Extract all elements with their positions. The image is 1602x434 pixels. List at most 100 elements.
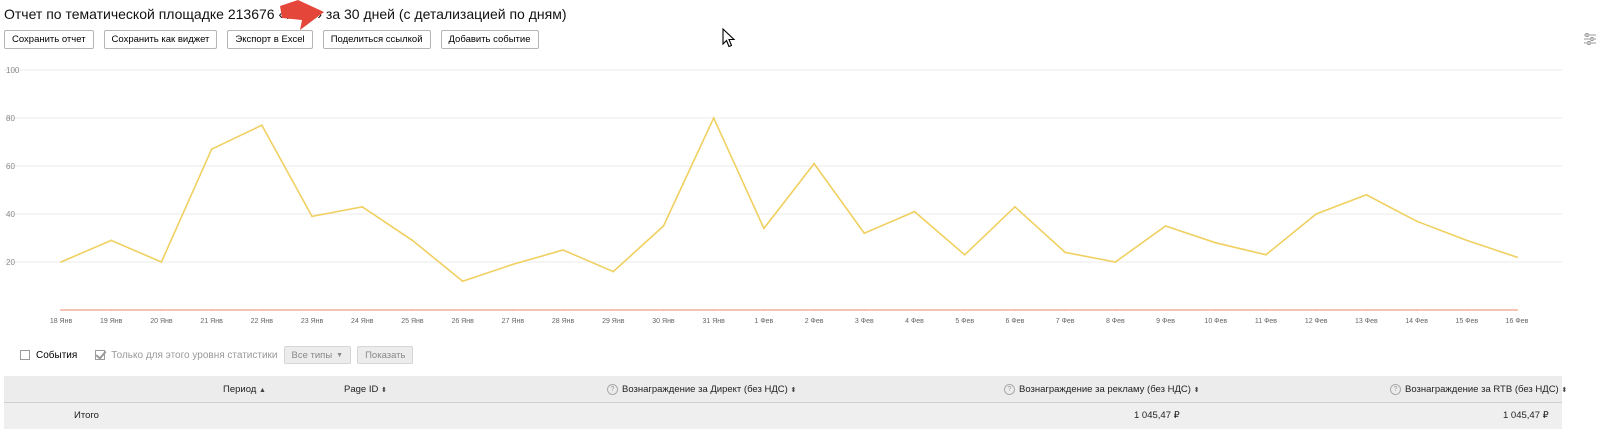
data-point: [1516, 256, 1518, 259]
data-point: [1164, 309, 1167, 311]
show-button[interactable]: Показать: [357, 346, 414, 364]
data-point: [260, 124, 263, 127]
x-tick-label: 1 Фев: [755, 318, 774, 325]
y-tick-label: 100: [6, 66, 20, 75]
export-excel-button[interactable]: Экспорт в Excel: [227, 30, 313, 49]
events-checkbox[interactable]: [20, 350, 30, 360]
data-point: [1365, 193, 1368, 196]
data-point: [1315, 213, 1318, 215]
data-point: [612, 309, 615, 311]
x-tick-label: 2 Фев: [805, 318, 824, 325]
data-point: [1465, 309, 1468, 311]
data-point: [1365, 309, 1368, 311]
series-line: [60, 116, 1518, 283]
x-tick-label: 5 Фев: [955, 318, 974, 325]
data-point: [461, 309, 464, 311]
column-page-id[interactable]: Page ID ⬍: [344, 384, 387, 395]
x-tick-label: 15 Фев: [1455, 318, 1478, 325]
add-event-button[interactable]: Добавить событие: [440, 30, 539, 49]
table-header: Период ▲ Page ID ⬍ ? Вознаграждение за Ди…: [4, 376, 1567, 403]
data-point: [1315, 309, 1318, 311]
data-point: [662, 309, 665, 311]
x-tick-label: 14 Фев: [1405, 318, 1428, 325]
x-tick-label: 29 Янв: [602, 318, 625, 325]
sliders-icon[interactable]: [1583, 32, 1597, 46]
column-page-id-label: Page ID: [344, 384, 379, 395]
sort-icon: ⬍: [1193, 387, 1200, 395]
data-point: [311, 215, 313, 218]
data-point: [110, 309, 113, 311]
chevron-down-icon: ▼: [336, 351, 344, 359]
report-title-start: Отчет по тематической площадке 213676 «: [4, 6, 287, 22]
data-point: [1064, 251, 1067, 254]
x-tick-label: 31 Янв: [703, 318, 726, 325]
column-ads[interactable]: ? Вознаграждение за рекламу (без НДС) ⬍: [1004, 384, 1199, 395]
x-tick-label: 28 Янв: [552, 318, 575, 325]
x-tick-label: 24 Янв: [351, 318, 374, 325]
column-period-label: Период: [223, 384, 257, 395]
x-tick-label: 4 Фев: [905, 318, 924, 325]
x-tick-label: 11 Фев: [1255, 318, 1277, 325]
all-types-label: Все типы: [291, 349, 333, 361]
data-point: [110, 239, 113, 242]
data-point: [963, 309, 966, 311]
y-tick-label: 40: [6, 210, 15, 219]
sort-icon: ⬍: [380, 387, 387, 394]
x-tick-label: 3 Фев: [855, 318, 874, 325]
column-rtb[interactable]: ? Вознаграждение за RTB (без НДС) ⬍: [1390, 384, 1567, 395]
data-point: [1064, 309, 1067, 311]
save-report-button[interactable]: Сохранить отчет: [4, 30, 94, 49]
data-point: [562, 249, 564, 251]
data-point: [1265, 253, 1267, 256]
column-ads-label: Вознаграждение за рекламу (без НДС): [1019, 384, 1191, 396]
data-point: [1415, 220, 1418, 223]
data-point: [863, 232, 866, 235]
table-row-total: Итого 1 045,47 ₽ 1 045,47 ₽: [4, 403, 1562, 429]
y-tick-label: 80: [6, 114, 15, 123]
data-point: [612, 270, 615, 273]
x-tick-label: 23 Янв: [301, 318, 324, 325]
total-label: Итого: [74, 410, 99, 421]
data-point: [813, 162, 816, 165]
data-point: [361, 309, 364, 311]
x-tick-label: 20 Янв: [150, 318, 173, 325]
data-point: [1465, 239, 1468, 242]
help-icon[interactable]: ?: [607, 384, 618, 395]
only-level-checkbox[interactable]: [95, 350, 106, 360]
column-period[interactable]: Период ▲: [223, 384, 266, 395]
share-link-button[interactable]: Поделиться ссылкой: [322, 30, 431, 49]
chart-filters: События Только для этого уровня статисти…: [20, 346, 414, 364]
data-point: [1516, 309, 1518, 311]
column-direct-label: Вознаграждение за Директ (без НДС): [622, 384, 788, 396]
x-tick-label: 26 Янв: [451, 318, 474, 325]
data-point: [913, 210, 916, 213]
mouse-cursor-icon: [722, 27, 736, 53]
report-toolbar: Сохранить отчет Сохранить как виджет Экс…: [4, 30, 539, 49]
data-point: [1114, 309, 1117, 311]
report-title-end: rs.ru» за 30 дней (с детализацией по дня…: [286, 6, 567, 22]
line-chart: 20 40 60 80 100 18 Янв 19 Янв 20 Янв 21 Янв 22 Я…: [4, 66, 1562, 325]
x-tick-label: 16 Фев: [1506, 318, 1529, 325]
data-point: [60, 261, 62, 263]
data-point: [361, 205, 364, 208]
sort-icon: ⬍: [790, 387, 797, 395]
help-icon[interactable]: ?: [1390, 384, 1401, 395]
data-point: [762, 309, 765, 311]
data-point: [511, 263, 514, 266]
data-point: [511, 309, 514, 311]
data-point: [210, 309, 213, 311]
data-point: [1014, 205, 1016, 208]
help-icon[interactable]: ?: [1004, 384, 1015, 395]
data-point: [1164, 225, 1167, 227]
data-point: [210, 148, 213, 151]
x-tick-label: 18 Янв: [50, 318, 73, 325]
data-point: [1014, 309, 1016, 311]
total-rtb-value: 1 045,47 ₽: [1503, 410, 1549, 421]
data-point: [863, 309, 866, 311]
all-types-dropdown[interactable]: Все типы ▼: [283, 346, 352, 364]
save-as-widget-button[interactable]: Сохранить как виджет: [103, 30, 218, 49]
x-tick-label: 27 Янв: [502, 318, 525, 325]
column-direct[interactable]: ? Вознаграждение за Директ (без НДС) ⬍: [607, 384, 796, 395]
x-tick-label: 22 Янв: [251, 318, 274, 325]
data-point: [311, 309, 313, 311]
